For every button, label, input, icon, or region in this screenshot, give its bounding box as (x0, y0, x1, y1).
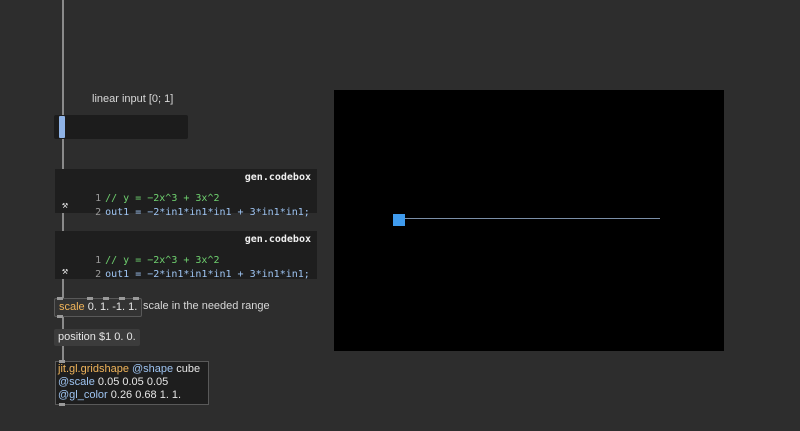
line-number: 2 (95, 207, 102, 218)
render-window[interactable] (334, 90, 724, 351)
code-text[interactable]: out1 = −2*in1*in1*in1 + 3*in1*in1; (105, 269, 310, 280)
codebox-title: gen.codebox (244, 234, 311, 245)
cube-trajectory-line (394, 218, 660, 219)
object-args: 0. 1. -1. 1. (87, 301, 138, 313)
code-line-2[interactable]: 2 out1 = −2*in1*in1*in1 + 3*in1*in1; (55, 258, 310, 291)
inlet[interactable] (103, 297, 109, 300)
attr-name: @scale (58, 376, 95, 388)
gridshape-row-3: @gl_color 0.26 0.68 1. 1. (58, 389, 206, 402)
gen-codebox-1[interactable]: gen.codebox 1// y = −2x^3 + 3x^2 2 out1 =… (55, 169, 317, 218)
comment-linear-input: linear input [0; 1] (92, 93, 174, 105)
slider-knob[interactable] (59, 116, 65, 138)
attr-value: 0.26 0.68 1. 1. (110, 389, 182, 401)
outlet[interactable] (59, 403, 65, 406)
inlet[interactable] (87, 297, 93, 300)
code-text[interactable]: out1 = −2*in1*in1*in1 + 3*in1*in1; (105, 207, 310, 218)
inlet[interactable] (133, 297, 139, 300)
gridshape-row-1: jit.gl.gridshape @shape cube (58, 363, 206, 376)
inlet[interactable] (59, 360, 65, 363)
attr-value: cube (176, 363, 201, 375)
gridshape-object[interactable]: jit.gl.gridshape @shape cube @scale 0.05… (55, 360, 209, 406)
code-line-2[interactable]: 2 out1 = −2*in1*in1*in1 + 3*in1*in1; (55, 196, 310, 229)
rendered-cube (393, 214, 405, 226)
message-text: position $1 0. 0. (58, 331, 136, 343)
object-name: jit.gl.gridshape (58, 363, 129, 375)
inlet[interactable] (57, 297, 63, 300)
patch-cord-position-out (62, 346, 64, 361)
patch-cord-top (62, 0, 64, 115)
object-name: scale (59, 301, 85, 313)
attr-value: 0.05 0.05 0.05 (97, 376, 169, 388)
position-message[interactable]: position $1 0. 0. (54, 329, 140, 346)
outlet[interactable] (57, 315, 63, 318)
scale-object[interactable]: scale 0. 1. -1. 1. (54, 297, 143, 318)
hammer-icon[interactable]: ⚒ (62, 266, 68, 277)
hammer-icon[interactable]: ⚒ (62, 200, 68, 211)
codebox-title: gen.codebox (244, 172, 311, 183)
gen-codebox-2[interactable]: gen.codebox 1// y = −2x^3 + 3x^2 2 out1 =… (55, 231, 317, 280)
inlet[interactable] (119, 297, 125, 300)
slider[interactable] (54, 115, 188, 139)
attr-name: @shape (132, 363, 174, 375)
gridshape-row-2: @scale 0.05 0.05 0.05 (58, 376, 206, 389)
line-number: 2 (95, 269, 102, 280)
comment-scale: scale in the needed range (143, 300, 270, 312)
attr-name: @gl_color (58, 389, 108, 401)
patch-cord-slider-out (62, 139, 64, 169)
